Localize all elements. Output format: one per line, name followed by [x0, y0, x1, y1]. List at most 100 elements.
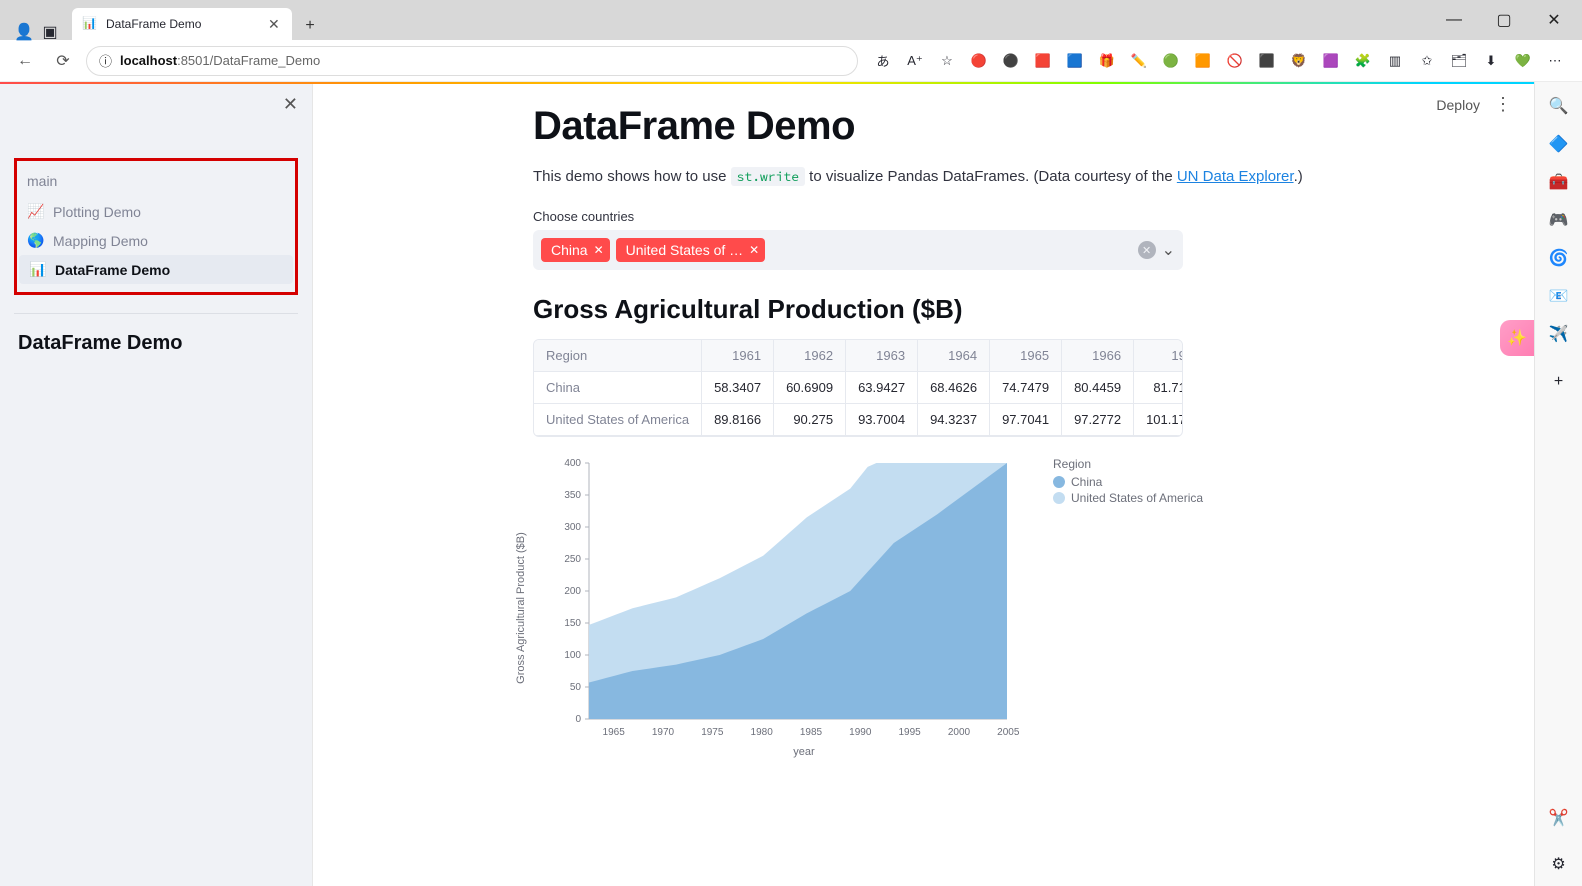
send-icon[interactable]: ✈️ — [1549, 324, 1569, 344]
legend-item-usa[interactable]: United States of America — [1053, 491, 1203, 505]
code-literal: st.write — [731, 167, 805, 186]
ext-icon-11[interactable]: 🦁 — [1290, 52, 1308, 70]
sidebar: ✕ main 📈 Plotting Demo 🌎 Mapping Demo 📊 … — [0, 84, 313, 886]
legend-swatch-icon — [1053, 492, 1065, 504]
settings-icon[interactable]: ⚙ — [1549, 854, 1569, 874]
ext-icon-10[interactable]: ⬛ — [1258, 52, 1276, 70]
tag-remove-icon[interactable]: ✕ — [594, 243, 604, 257]
split-screen-icon[interactable]: ▥ — [1386, 52, 1404, 70]
toolbar-icons: あ A⁺ ☆ 🔴 ⚫ 🟥 🟦 🎁 ✏️ 🟢 🟧 🚫 ⬛ 🦁 🟪 🧩 ▥ ✩ 🗂 … — [866, 52, 1572, 70]
un-data-explorer-link[interactable]: UN Data Explorer — [1177, 168, 1294, 185]
ext-icon-12[interactable]: 🟪 — [1322, 52, 1340, 70]
ext-icon-9[interactable]: 🚫 — [1226, 52, 1244, 70]
url-input[interactable]: ⓘ localhost:8501/DataFrame_Demo — [86, 46, 858, 76]
barchart-icon: 📊 — [29, 261, 47, 278]
address-bar: ← ⟳ ⓘ localhost:8501/DataFrame_Demo あ A⁺… — [0, 40, 1582, 82]
games-icon[interactable]: 🎮 — [1549, 210, 1569, 230]
globe-icon: 🌎 — [27, 232, 45, 249]
tag-usa: United States of … ✕ — [616, 238, 766, 262]
deploy-button[interactable]: Deploy — [1436, 97, 1480, 113]
x-axis-label: year — [575, 746, 1033, 758]
svg-text:200: 200 — [564, 586, 581, 597]
page-title: DataFrame Demo — [533, 104, 1522, 149]
tag-label: China — [551, 242, 588, 258]
legend-item-china[interactable]: China — [1053, 475, 1203, 489]
search-icon[interactable]: 🔍 — [1549, 96, 1569, 116]
main-content: Deploy ⋮ DataFrame Demo This demo shows … — [313, 84, 1582, 886]
svg-text:50: 50 — [570, 682, 582, 693]
tag-label: United States of … — [626, 242, 744, 258]
ext-icon-8[interactable]: 🟧 — [1194, 52, 1212, 70]
back-button[interactable]: ← — [10, 46, 40, 76]
sidebar-item-plotting-demo[interactable]: 📈 Plotting Demo — [17, 197, 295, 226]
sidebar-item-mapping-demo[interactable]: 🌎 Mapping Demo — [17, 226, 295, 255]
svg-text:400: 400 — [564, 458, 581, 469]
sidebar-item-label: Mapping Demo — [53, 233, 148, 249]
svg-text:0: 0 — [575, 714, 581, 725]
area-chart[interactable]: Gross Agricultural Product ($B) 40035030… — [533, 457, 1213, 758]
svg-text:300: 300 — [564, 522, 581, 533]
chart-legend: Region China United States of America — [1053, 457, 1203, 758]
window-close-button[interactable]: ✕ — [1532, 5, 1576, 35]
multiselect-clear-icon[interactable]: ✕ — [1138, 241, 1156, 259]
downloads-icon[interactable]: ⬇ — [1482, 52, 1500, 70]
edge-sidebar: 🔍 🔷 🧰 🎮 🌀 📧 ✈️ + ✂️ ⚙ — [1534, 82, 1582, 886]
tag-remove-icon[interactable]: ✕ — [749, 243, 759, 257]
svg-text:250: 250 — [564, 554, 581, 565]
tools-icon[interactable]: 🧰 — [1549, 172, 1569, 192]
immersive-reader-tab[interactable]: ✨ — [1500, 320, 1534, 356]
translate-icon[interactable]: あ — [874, 52, 892, 70]
ext-icon-7[interactable]: 🟢 — [1162, 52, 1180, 70]
read-aloud-icon[interactable]: A⁺ — [906, 52, 924, 70]
sidebar-item-label: Plotting Demo — [53, 204, 141, 220]
extensions-icon[interactable]: 🧩 — [1354, 52, 1372, 70]
browser-tab[interactable]: 📊 DataFrame Demo ✕ — [72, 8, 292, 40]
nav-caption: main — [17, 169, 295, 197]
new-tab-button[interactable]: + — [296, 12, 324, 40]
data-table[interactable]: Region1961196219631964196519661967196819… — [533, 339, 1183, 437]
ext-icon-3[interactable]: 🟥 — [1034, 52, 1052, 70]
legend-title: Region — [1053, 457, 1203, 471]
tab-close-icon[interactable]: ✕ — [268, 16, 282, 33]
main-menu-button[interactable]: ⋮ — [1494, 94, 1512, 115]
tab-title: DataFrame Demo — [106, 17, 260, 31]
window-maximize-button[interactable]: ▢ — [1482, 5, 1526, 35]
svg-text:350: 350 — [564, 490, 581, 501]
chart-icon: 📈 — [27, 203, 45, 220]
ext-icon-2[interactable]: ⚫ — [1002, 52, 1020, 70]
copilot-icon[interactable]: 🌀 — [1549, 248, 1569, 268]
ext-icon-1[interactable]: 🔴 — [970, 52, 988, 70]
workspaces-icon[interactable]: ▣ — [42, 24, 58, 40]
chevron-down-icon[interactable]: ⌄ — [1162, 240, 1175, 260]
outlook-icon[interactable]: 📧 — [1549, 286, 1569, 306]
streamlit-favicon-icon: 📊 — [82, 16, 98, 32]
multiselect-label: Choose countries — [533, 209, 1522, 224]
section-title: Gross Agricultural Production ($B) — [533, 294, 1522, 325]
screenshot-icon[interactable]: ✂️ — [1549, 808, 1569, 828]
country-multiselect[interactable]: China ✕ United States of … ✕ ✕ ⌄ — [533, 230, 1183, 270]
window-minimize-button[interactable]: — — [1432, 5, 1476, 35]
performance-icon[interactable]: 💚 — [1514, 52, 1532, 70]
favorites-icon[interactable]: ✩ — [1418, 52, 1436, 70]
sidebar-header: DataFrame Demo — [0, 332, 312, 355]
shopping-icon[interactable]: 🔷 — [1549, 134, 1569, 154]
sidebar-item-label: DataFrame Demo — [55, 262, 170, 278]
add-icon[interactable]: + — [1549, 372, 1569, 392]
collections-icon[interactable]: 🗂 — [1450, 52, 1468, 70]
site-info-icon[interactable]: ⓘ — [99, 51, 112, 70]
browser-tab-strip: 👤 ▣ 📊 DataFrame Demo ✕ + — ▢ ✕ — [0, 0, 1582, 40]
intro-text: This demo shows how to use st.write to v… — [533, 165, 1522, 189]
sidebar-item-dataframe-demo[interactable]: 📊 DataFrame Demo — [19, 255, 293, 284]
sidebar-collapse-button[interactable]: ✕ — [283, 94, 298, 115]
y-axis-label: Gross Agricultural Product ($B) — [515, 532, 527, 684]
favorite-icon[interactable]: ☆ — [938, 52, 956, 70]
more-icon[interactable]: ⋯ — [1546, 52, 1564, 70]
profile-icon[interactable]: 👤 — [16, 24, 32, 40]
svg-text:100: 100 — [564, 650, 581, 661]
ext-icon-6[interactable]: ✏️ — [1130, 52, 1148, 70]
legend-swatch-icon — [1053, 476, 1065, 488]
ext-icon-4[interactable]: 🟦 — [1066, 52, 1084, 70]
ext-icon-5[interactable]: 🎁 — [1098, 52, 1116, 70]
svg-text:150: 150 — [564, 618, 581, 629]
refresh-button[interactable]: ⟳ — [48, 46, 78, 76]
